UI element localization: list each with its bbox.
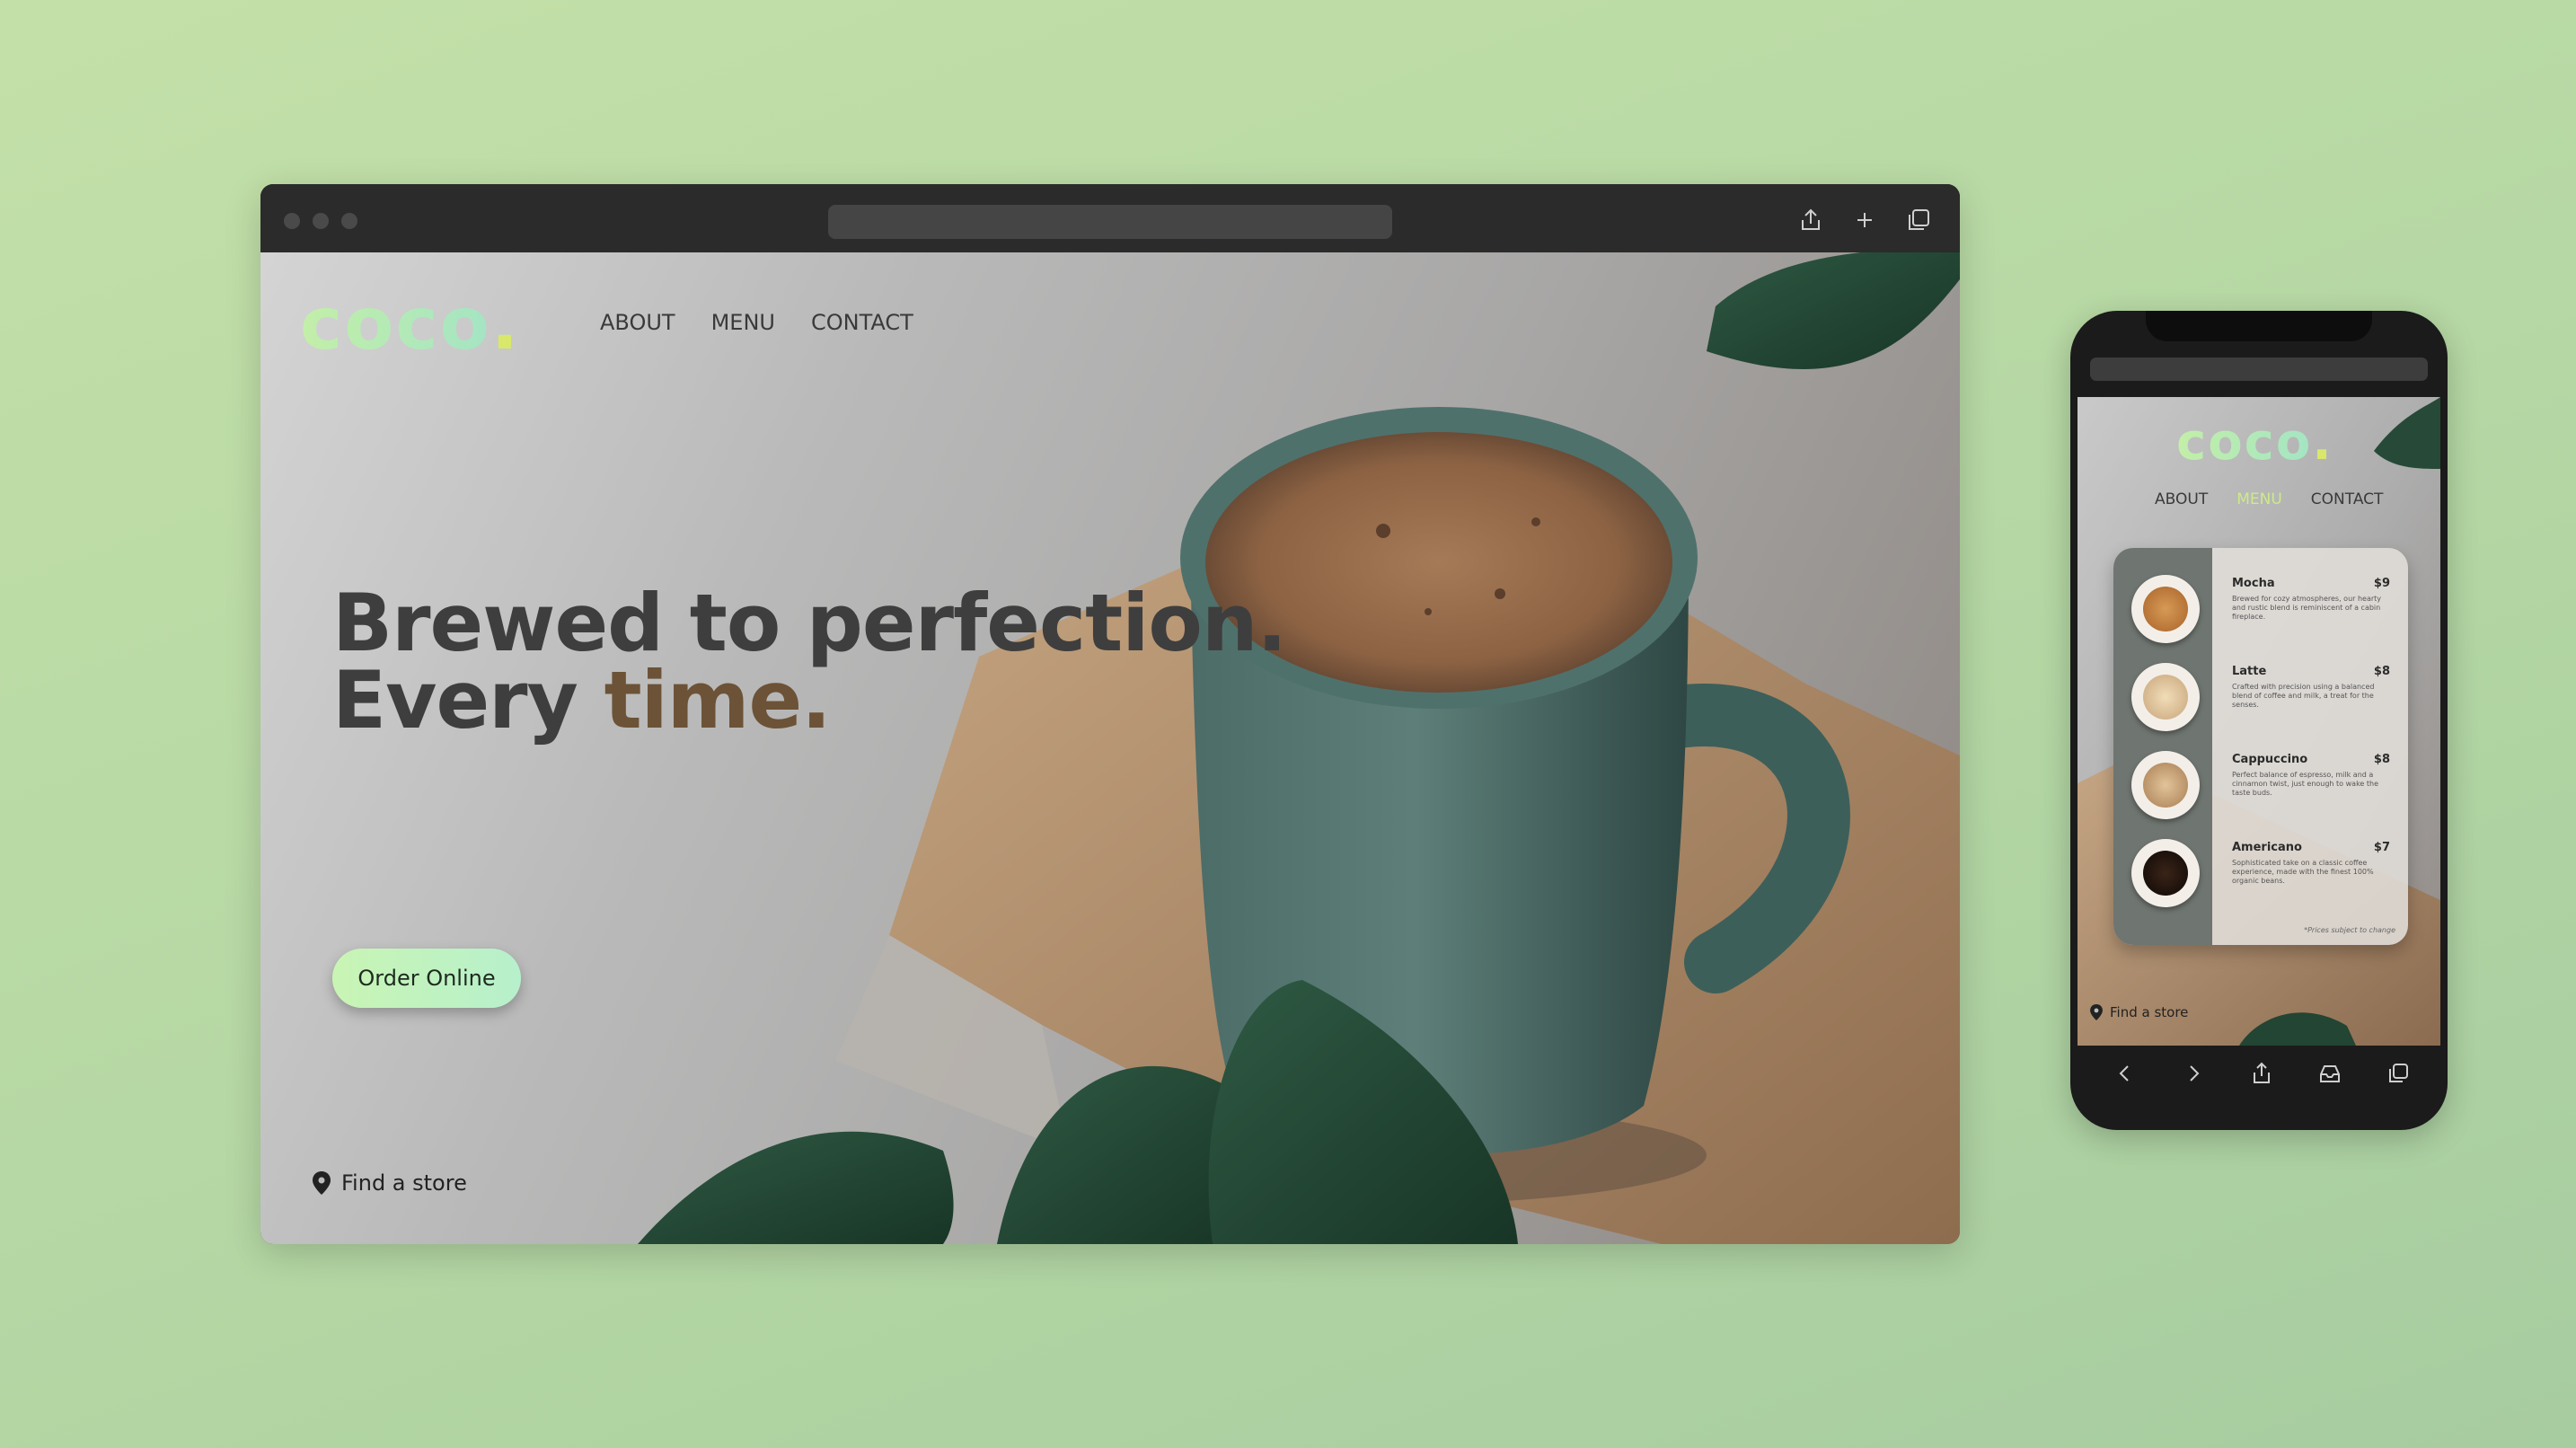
- nav-contact[interactable]: CONTACT: [811, 310, 913, 335]
- order-online-button[interactable]: Order Online: [332, 949, 521, 1008]
- menu-item-name: Americano: [2232, 841, 2302, 854]
- webpage-viewport: coco. ABOUT MENU CONTACT Brewed to perfe…: [260, 252, 1960, 1244]
- menu-item[interactable]: Latte $8 Crafted with precision using a b…: [2232, 665, 2390, 710]
- tabs-icon[interactable]: [2385, 1060, 2412, 1087]
- window-minimize-dot[interactable]: [313, 213, 329, 229]
- menu-item[interactable]: Cappuccino $8 Perfect balance of espresso…: [2232, 753, 2390, 798]
- mobile-address-bar[interactable]: [2090, 358, 2428, 381]
- americano-cup-image: [2131, 839, 2200, 907]
- menu-item[interactable]: Americano $7 Sophisticated take on a clas…: [2232, 841, 2390, 886]
- desktop-browser-window: coco. ABOUT MENU CONTACT Brewed to perfe…: [260, 184, 1960, 1244]
- mobile-brand-logo[interactable]: coco.: [2176, 411, 2333, 474]
- plus-icon[interactable]: [1850, 206, 1879, 234]
- mobile-nav-menu[interactable]: MENU: [2236, 490, 2282, 508]
- find-store-label: Find a store: [341, 1170, 467, 1196]
- menu-item[interactable]: Mocha $9 Brewed for cozy atmospheres, our…: [2232, 577, 2390, 622]
- headline-line-1: Brewed to perfection.: [332, 577, 1287, 669]
- mobile-brand-wordmark: coco: [2176, 413, 2313, 472]
- menu-item-name: Latte: [2232, 665, 2267, 678]
- inbox-icon[interactable]: [2316, 1060, 2343, 1087]
- mobile-browser-toolbar: [2078, 1046, 2440, 1101]
- mobile-brand-logo-dot: .: [2312, 413, 2333, 472]
- phone-notch: [2146, 311, 2372, 341]
- nav-about[interactable]: ABOUT: [600, 310, 675, 335]
- mobile-phone-frame: coco. ABOUT MENU CONTACT Mocha $9 Brewed …: [2070, 311, 2448, 1130]
- menu-card: Mocha $9 Brewed for cozy atmospheres, our…: [2113, 548, 2408, 945]
- menu-item-description: Sophisticated take on a classic coffee e…: [2232, 859, 2374, 885]
- menu-item-name: Cappuccino: [2232, 753, 2308, 766]
- menu-item-name: Mocha: [2232, 577, 2275, 590]
- window-close-dot[interactable]: [284, 213, 300, 229]
- browser-toolbar: [260, 184, 1960, 252]
- brand-logo[interactable]: coco.: [300, 279, 520, 369]
- forward-icon[interactable]: [2180, 1060, 2207, 1087]
- share-icon[interactable]: [2248, 1060, 2275, 1087]
- nav-menu[interactable]: MENU: [711, 310, 775, 335]
- menu-item-price: $8: [2373, 753, 2390, 766]
- mobile-nav: ABOUT MENU CONTACT: [2155, 490, 2383, 508]
- headline-every: Every: [332, 654, 604, 746]
- map-pin-icon: [313, 1171, 331, 1195]
- main-nav: ABOUT MENU CONTACT: [600, 310, 913, 335]
- brand-wordmark: coco: [300, 282, 491, 366]
- menu-item-price: $8: [2373, 665, 2390, 678]
- hero-headline: Brewed to perfection. Every time.: [332, 577, 1287, 740]
- window-zoom-dot[interactable]: [341, 213, 357, 229]
- mobile-webpage-viewport: coco. ABOUT MENU CONTACT Mocha $9 Brewed …: [2078, 397, 2440, 1046]
- tabs-icon[interactable]: [1904, 206, 1933, 234]
- address-bar[interactable]: [828, 205, 1392, 239]
- find-store-label: Find a store: [2110, 1004, 2189, 1020]
- menu-item-description: Perfect balance of espresso, milk and a …: [2232, 771, 2379, 797]
- latte-cup-image: [2131, 663, 2200, 731]
- headline-time-accent: time.: [604, 654, 832, 746]
- headline-line-2: Every time.: [332, 661, 1286, 740]
- mobile-nav-about[interactable]: ABOUT: [2155, 490, 2208, 508]
- cappuccino-cup-image: [2131, 751, 2200, 819]
- back-icon[interactable]: [2112, 1060, 2139, 1087]
- coffee-hero-image: [638, 252, 1960, 1244]
- mobile-nav-contact[interactable]: CONTACT: [2311, 490, 2384, 508]
- find-store-link[interactable]: Find a store: [313, 1170, 467, 1196]
- mobile-find-store-link[interactable]: Find a store: [2090, 1004, 2188, 1020]
- share-icon[interactable]: [1796, 206, 1825, 234]
- menu-item-description: Crafted with precision using a balanced …: [2232, 683, 2375, 709]
- menu-item-price: $9: [2373, 577, 2390, 590]
- mocha-cup-image: [2131, 575, 2200, 643]
- map-pin-icon: [2090, 1004, 2103, 1020]
- price-note: *Prices subject to change: [2304, 926, 2395, 934]
- menu-item-price: $7: [2373, 841, 2390, 854]
- brand-logo-dot: .: [490, 282, 521, 366]
- menu-item-description: Brewed for cozy atmospheres, our hearty …: [2232, 595, 2382, 621]
